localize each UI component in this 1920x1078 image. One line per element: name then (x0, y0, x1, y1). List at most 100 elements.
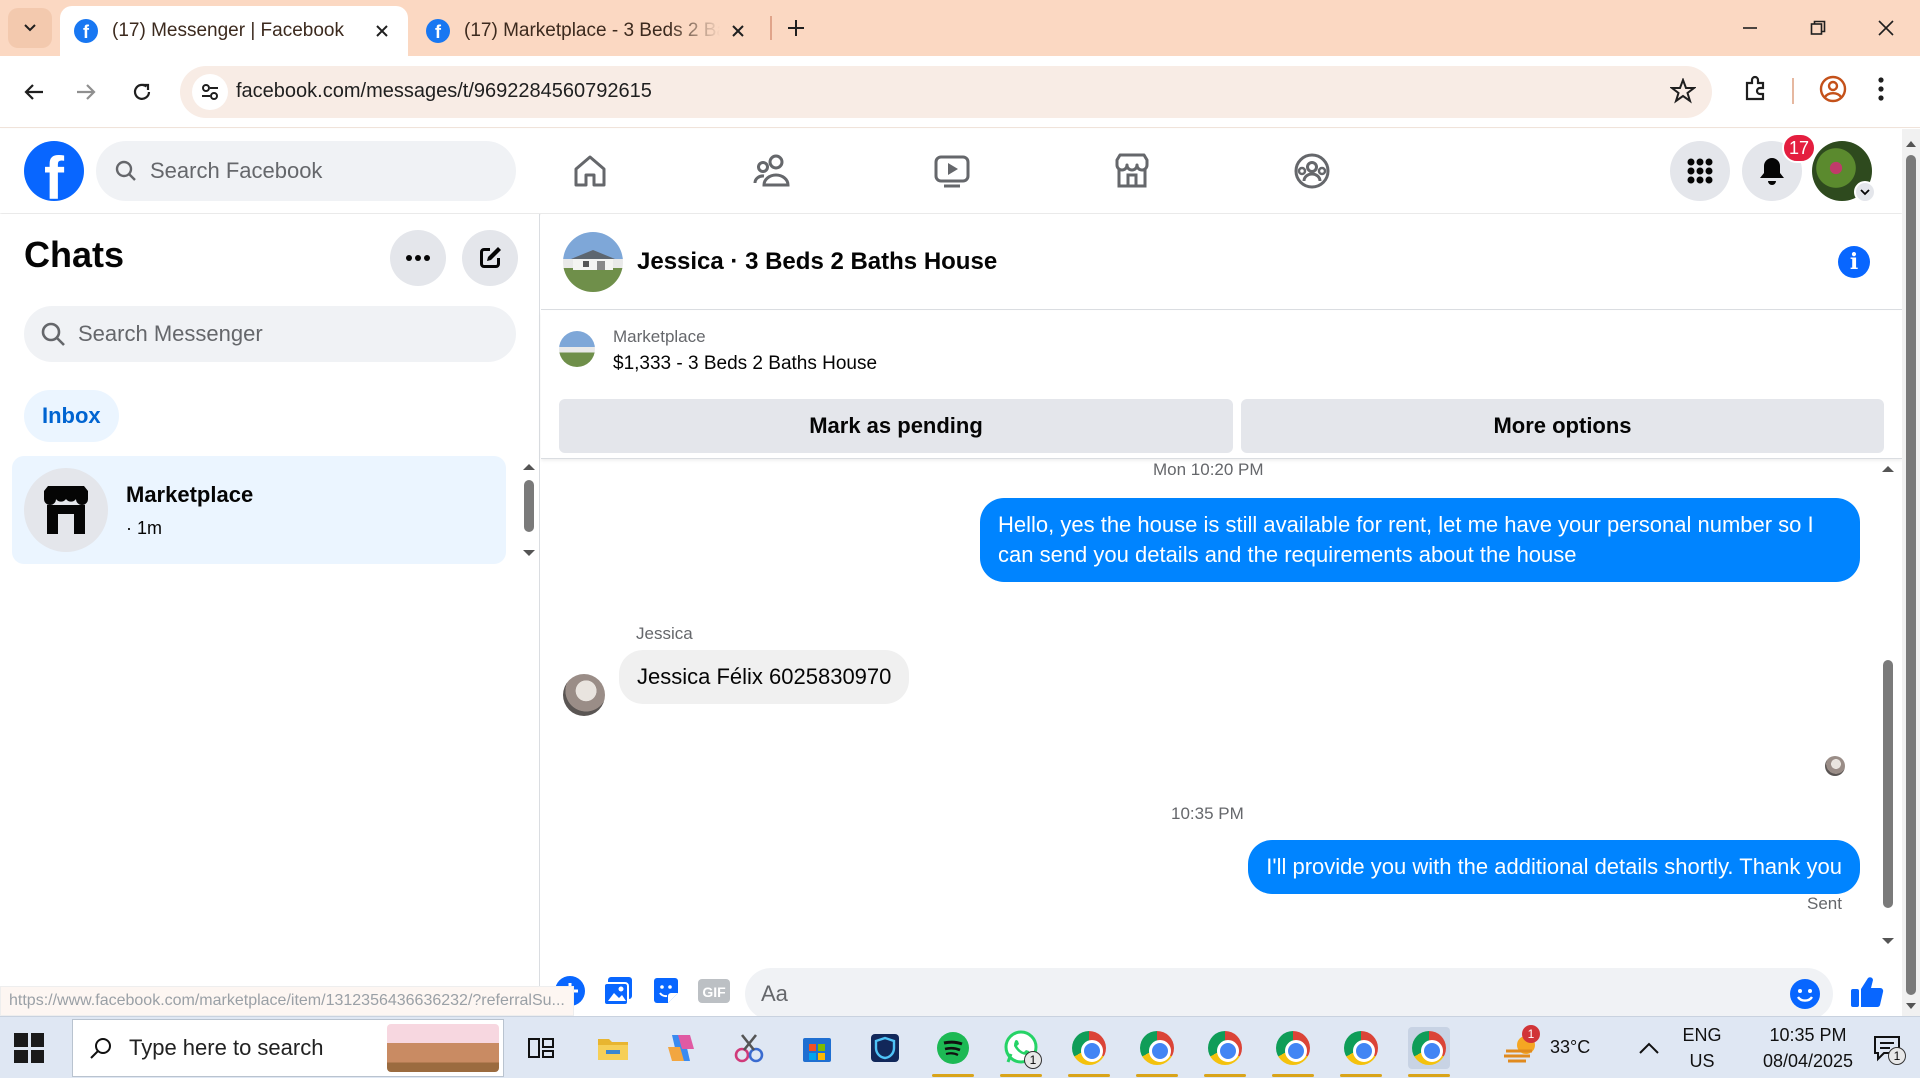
close-tab-icon[interactable] (726, 19, 750, 43)
snipping-tool-icon[interactable] (728, 1027, 770, 1069)
outgoing-message[interactable]: I'll provide you with the additional det… (1248, 840, 1860, 894)
weather-icon[interactable]: 1 (1500, 1025, 1542, 1069)
marketplace-icon (1115, 153, 1149, 188)
back-button[interactable] (12, 70, 56, 114)
windows-taskbar: Type here to search 1 1 33°C ENG US 10:3… (0, 1016, 1920, 1078)
spotify-icon[interactable] (932, 1027, 974, 1077)
taskbar-search-input[interactable]: Type here to search (72, 1019, 504, 1077)
listing-thumbnail[interactable] (559, 331, 595, 367)
running-indicator (932, 1074, 974, 1077)
nav-groups-tab[interactable] (1284, 143, 1340, 199)
tab-title: (17) Messenger | Facebook (112, 20, 344, 41)
plus-icon (788, 20, 804, 36)
copilot-icon[interactable] (660, 1027, 702, 1069)
message-thread: Mon 10:20 PM Hello, yes the house is sti… (541, 460, 1902, 954)
task-view-icon[interactable] (520, 1027, 562, 1069)
weather-temperature[interactable]: 33°C (1550, 1037, 1590, 1058)
inbox-filter-tab[interactable]: Inbox (24, 390, 119, 442)
incoming-message[interactable]: Jessica Félix 6025830970 (619, 650, 910, 704)
chrome-icon[interactable] (1068, 1027, 1110, 1077)
chrome-profile-icon[interactable] (1136, 1027, 1178, 1077)
message-scrollbar[interactable] (1880, 460, 1896, 954)
bookmark-star-icon[interactable] (1669, 77, 1697, 109)
page-scrollbar[interactable] (1902, 129, 1920, 1017)
profile-icon[interactable] (1818, 74, 1848, 109)
chrome-active-icon[interactable] (1408, 1027, 1450, 1077)
whatsapp-badge: 1 (1024, 1051, 1042, 1069)
new-tab-button[interactable] (778, 10, 814, 46)
marketplace-listing-bar: Marketplace $1,333 - 3 Beds 2 Baths Hous… (541, 311, 1902, 459)
chevron-down-icon (24, 24, 36, 32)
site-settings-icon[interactable] (192, 74, 228, 110)
address-bar[interactable]: facebook.com/messages/t/9692284560792615 (180, 66, 1712, 118)
new-message-button[interactable] (462, 230, 518, 286)
page-scrollbar-thumb[interactable] (1906, 155, 1916, 995)
info-icon[interactable]: i (1838, 246, 1870, 278)
restore-button[interactable] (1784, 0, 1852, 56)
gif-icon[interactable]: GIF (697, 974, 731, 1008)
clock-time[interactable]: 10:35 PM (1748, 1025, 1868, 1046)
chat-options-button[interactable] (390, 230, 446, 286)
facebook-logo-icon[interactable]: f (24, 141, 84, 201)
minimize-button[interactable] (1716, 0, 1784, 56)
search-placeholder: Search Facebook (150, 158, 323, 183)
windows-start-icon[interactable] (14, 1033, 44, 1063)
nav-home-tab[interactable] (562, 143, 618, 199)
close-tab-icon[interactable] (370, 19, 394, 43)
outgoing-message[interactable]: Hello, yes the house is still available … (980, 498, 1860, 582)
listing-title[interactable]: $1,333 - 3 Beds 2 Baths House (613, 353, 877, 375)
close-window-button[interactable] (1852, 0, 1920, 56)
running-indicator (1204, 1074, 1246, 1077)
microsoft-store-icon[interactable] (796, 1027, 838, 1069)
friends-icon (753, 154, 790, 187)
more-options-button[interactable]: More options (1241, 399, 1884, 453)
tray-chevron-up-icon[interactable] (1628, 1027, 1670, 1069)
arrow-right-icon (77, 84, 96, 100)
file-explorer-icon[interactable] (592, 1027, 634, 1069)
thumbs-up-icon[interactable] (1847, 972, 1887, 1012)
chrome-profile-icon[interactable] (1340, 1027, 1382, 1077)
marketplace-store-icon (24, 468, 108, 552)
vpn-shield-icon[interactable] (864, 1027, 906, 1069)
tab-marketplace[interactable]: f (17) Marketplace - 3 Beds 2 Baths Hous… (412, 6, 764, 56)
reload-button[interactable] (120, 70, 164, 114)
taskbar-search-placeholder: Type here to search (129, 1035, 324, 1060)
facebook-search-input[interactable]: Search Facebook (96, 141, 516, 201)
conversation-title[interactable]: Jessica · 3 Beds 2 Baths House (637, 248, 997, 276)
extensions-icon[interactable] (1742, 74, 1770, 107)
sender-avatar[interactable] (563, 674, 605, 716)
conversation-avatar[interactable] (563, 232, 623, 292)
chats-title: Chats (24, 234, 125, 275)
search-icon (41, 322, 65, 346)
chat-list-scrollbar[interactable] (518, 460, 540, 570)
language-bottom[interactable]: US (1682, 1051, 1722, 1072)
chrome-profile-icon[interactable] (1204, 1027, 1246, 1077)
nav-marketplace-tab[interactable] (1104, 143, 1160, 199)
video-icon (934, 155, 970, 188)
tab-messenger[interactable]: f (17) Messenger | Facebook (60, 6, 408, 56)
more-dots-icon (406, 255, 430, 261)
message-input[interactable]: Aa (745, 968, 1833, 1020)
forward-button[interactable] (64, 70, 108, 114)
mark-as-pending-button[interactable]: Mark as pending (559, 399, 1233, 453)
nav-friends-tab[interactable] (744, 143, 800, 199)
message-input-placeholder: Aa (761, 981, 788, 1006)
sticker-icon[interactable] (649, 974, 683, 1008)
clock-date[interactable]: 08/04/2025 (1748, 1051, 1868, 1072)
conversation-header: Jessica · 3 Beds 2 Baths House i (541, 214, 1902, 310)
attach-photo-icon[interactable] (601, 974, 635, 1008)
search-highlight-image (387, 1024, 499, 1072)
browser-menu-icon[interactable] (1876, 74, 1886, 109)
chat-list-item[interactable]: Marketplace · 1m (12, 456, 506, 564)
chevron-down-icon[interactable] (1854, 181, 1876, 203)
tab-search-dropdown-button[interactable] (8, 8, 52, 48)
language-top[interactable]: ENG (1682, 1025, 1722, 1046)
emoji-icon[interactable] (1789, 978, 1821, 1010)
tab-separator (770, 16, 772, 40)
menu-grid-button[interactable] (1670, 141, 1730, 201)
nav-video-tab[interactable] (924, 143, 980, 199)
action-center-icon[interactable]: 1 (1866, 1027, 1908, 1069)
chrome-profile-icon[interactable] (1272, 1027, 1314, 1077)
whatsapp-icon[interactable]: 1 (1000, 1027, 1042, 1077)
messenger-search-input[interactable]: Search Messenger (24, 306, 516, 362)
